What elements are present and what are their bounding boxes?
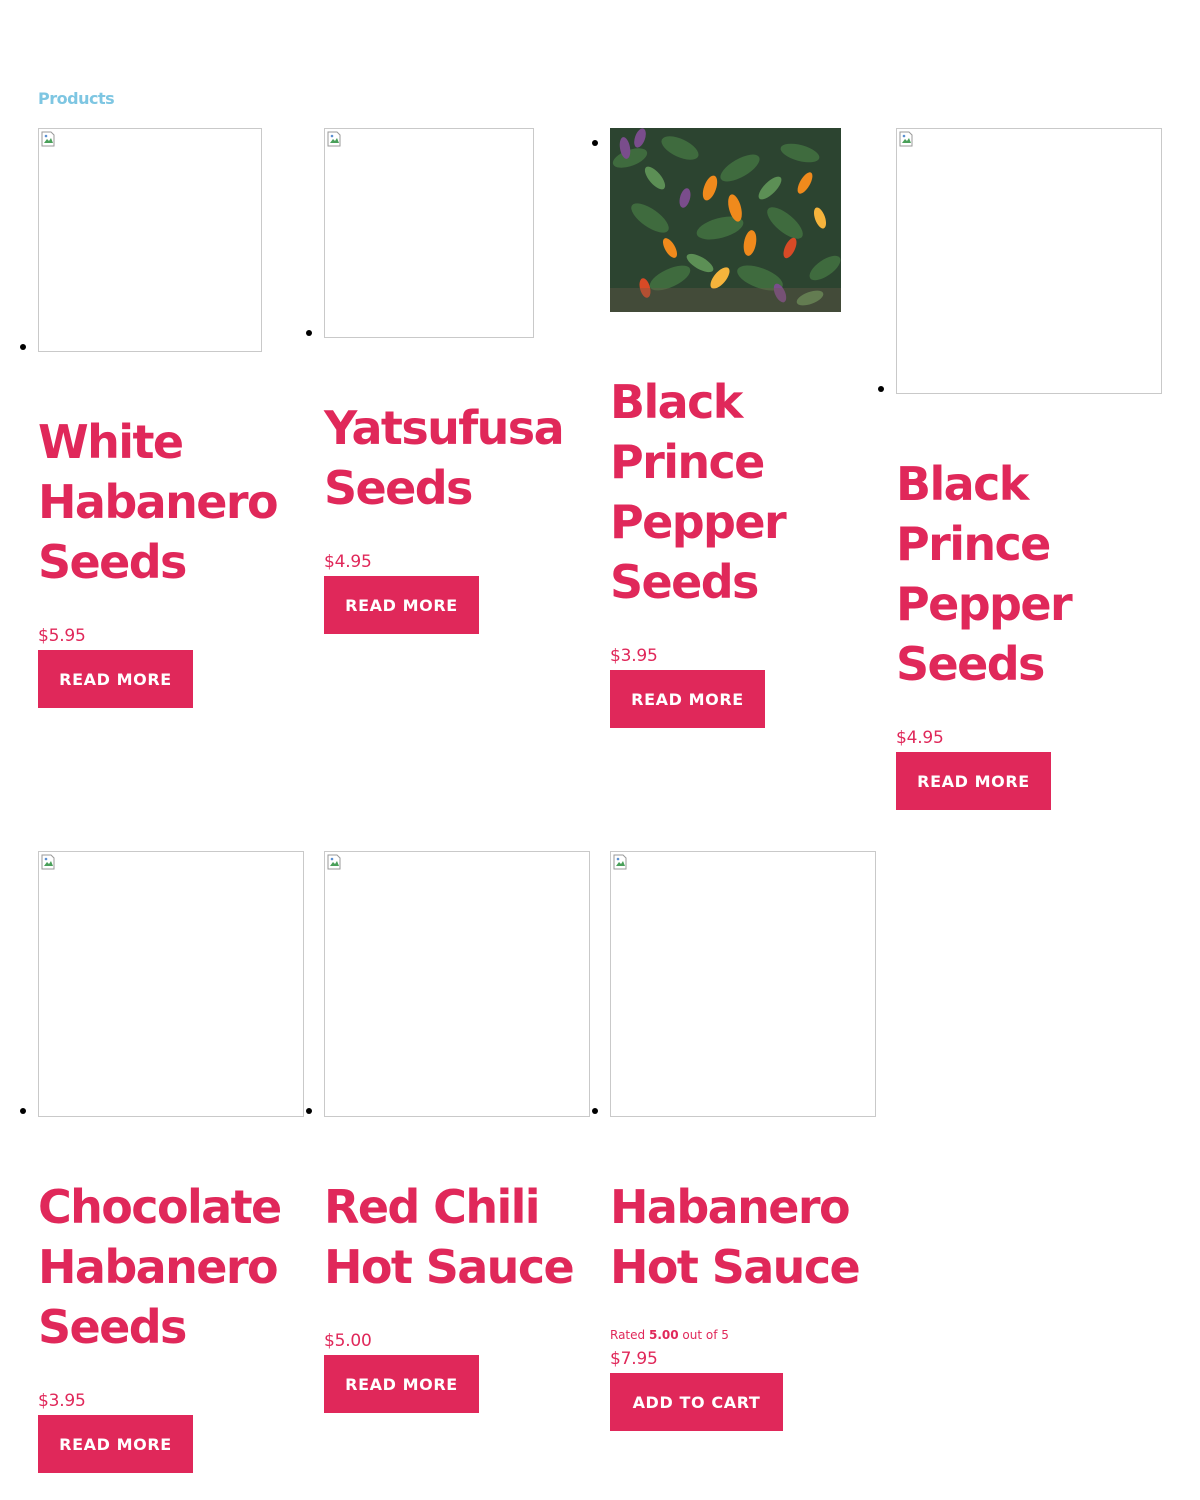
product-price: $3.95	[38, 1391, 86, 1411]
list-bullet	[878, 386, 884, 392]
product-price: $5.95	[38, 626, 86, 646]
add-to-cart-button[interactable]: ADD TO CART	[610, 1373, 783, 1431]
broken-image-icon	[327, 131, 341, 147]
broken-image-icon	[613, 854, 627, 870]
product-rating: Rated 5.00 out of 5	[610, 1328, 729, 1342]
product-image[interactable]	[324, 128, 534, 338]
broken-image-icon	[41, 854, 55, 870]
rating-prefix: Rated	[610, 1328, 646, 1342]
product-title[interactable]: Red Chili Hot Sauce	[324, 1177, 586, 1297]
list-bullet	[306, 1108, 312, 1114]
product-price: $7.95	[610, 1349, 658, 1369]
read-more-button[interactable]: READ MORE	[324, 1355, 479, 1413]
list-bullet	[20, 1108, 26, 1114]
product-title[interactable]: Chocolate Habanero Seeds	[38, 1177, 303, 1357]
broken-image-icon	[327, 854, 341, 870]
product-price: $4.95	[324, 552, 372, 572]
pepper-plant-photo	[610, 128, 841, 312]
broken-image-icon	[41, 131, 55, 147]
product-image[interactable]	[38, 851, 304, 1117]
product-title[interactable]: Yatsufusa Seeds	[324, 398, 586, 518]
read-more-button[interactable]: READ MORE	[896, 752, 1051, 810]
read-more-button[interactable]: READ MORE	[610, 670, 765, 728]
product-title[interactable]: Black Prince Pepper Seeds	[896, 454, 1086, 694]
list-bullet	[592, 140, 598, 146]
product-title[interactable]: Black Prince Pepper Seeds	[610, 372, 800, 612]
product-image[interactable]	[610, 851, 876, 1117]
breadcrumb-products-link[interactable]: Products	[38, 89, 115, 108]
rating-value: 5.00	[648, 1328, 679, 1342]
product-image[interactable]	[896, 128, 1162, 394]
read-more-button[interactable]: READ MORE	[38, 650, 193, 708]
list-bullet	[592, 1108, 598, 1114]
rating-suffix: out of 5	[682, 1328, 729, 1342]
product-title[interactable]: Habanero Hot Sauce	[610, 1177, 872, 1297]
product-image[interactable]	[38, 128, 262, 352]
product-price: $5.00	[324, 1331, 372, 1351]
list-bullet	[306, 330, 312, 336]
read-more-button[interactable]: READ MORE	[38, 1415, 193, 1473]
product-price: $3.95	[610, 646, 658, 666]
broken-image-icon	[899, 131, 913, 147]
product-image[interactable]	[324, 851, 590, 1117]
product-price: $4.95	[896, 728, 944, 748]
product-photo[interactable]	[610, 128, 841, 312]
list-bullet	[20, 344, 26, 350]
product-title[interactable]: White Habanero Seeds	[38, 412, 283, 592]
read-more-button[interactable]: READ MORE	[324, 576, 479, 634]
